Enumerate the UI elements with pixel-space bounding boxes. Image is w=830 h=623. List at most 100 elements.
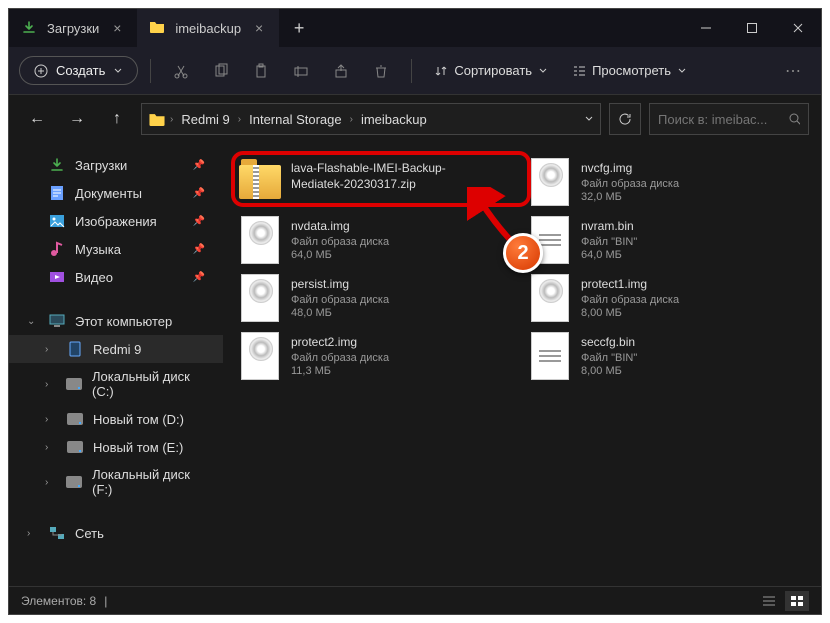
file-size: 64,0 МБ — [581, 249, 637, 261]
explorer-window: Загрузки × imeibackup × + Создать — [8, 8, 822, 615]
file-name: nvdata.img — [291, 219, 389, 235]
sidebar-label: Этот компьютер — [75, 314, 172, 329]
music-icon — [49, 241, 65, 257]
tab-label: imeibackup — [175, 21, 241, 36]
delete-icon[interactable] — [363, 53, 399, 89]
cut-icon[interactable] — [163, 53, 199, 89]
rename-icon[interactable] — [283, 53, 319, 89]
file-name: nvram.bin — [581, 219, 637, 235]
search-input[interactable] — [658, 112, 782, 127]
tab-downloads[interactable]: Загрузки × — [9, 9, 137, 47]
tiles-view-button[interactable] — [785, 591, 809, 611]
breadcrumb[interactable]: › Redmi 9 › Internal Storage › imeibacku… — [141, 103, 601, 135]
chevron-down-icon — [538, 66, 548, 76]
chevron-down-icon — [677, 66, 687, 76]
network-icon — [49, 525, 65, 541]
navbar: ← → ↑ › Redmi 9 › Internal Storage › ime… — [9, 95, 821, 143]
forward-button[interactable]: → — [61, 103, 93, 135]
up-button[interactable]: ↑ — [101, 103, 133, 135]
file-item[interactable]: nvram.binФайл "BIN"64,0 МБ — [523, 213, 793, 267]
tab-label: Загрузки — [47, 21, 99, 36]
sidebar: Загрузки📌Документы📌Изображения📌Музыка📌Ви… — [9, 143, 223, 586]
file-item[interactable]: nvcfg.imgФайл образа диска32,0 МБ — [523, 155, 793, 209]
new-tab-button[interactable]: + — [279, 9, 319, 47]
breadcrumb-item[interactable]: imeibackup — [357, 110, 431, 129]
sidebar-quick-item[interactable]: Видео📌 — [9, 263, 223, 291]
disc-image-icon — [241, 274, 279, 322]
view-button[interactable]: Просмотреть — [562, 57, 697, 84]
sidebar-device-item[interactable]: ›Локальный диск (F:) — [9, 461, 223, 503]
refresh-button[interactable] — [609, 103, 641, 135]
tab-imeibackup[interactable]: imeibackup × — [137, 9, 279, 47]
download-icon — [21, 20, 37, 36]
folder-icon — [148, 112, 166, 126]
file-type: Файл "BIN" — [581, 352, 637, 364]
plus-circle-icon — [34, 64, 48, 78]
details-view-button[interactable] — [757, 591, 781, 611]
breadcrumb-item[interactable]: Redmi 9 — [177, 110, 233, 129]
copy-icon[interactable] — [203, 53, 239, 89]
sidebar-quick-item[interactable]: Документы📌 — [9, 179, 223, 207]
sidebar-device-item[interactable]: › Redmi 9 — [9, 335, 223, 363]
share-icon[interactable] — [323, 53, 359, 89]
file-size: 64,0 МБ — [291, 249, 389, 261]
document-icon — [49, 185, 65, 201]
paste-icon[interactable] — [243, 53, 279, 89]
sidebar-this-pc[interactable]: ⌄ Этот компьютер — [9, 307, 223, 335]
sidebar-quick-item[interactable]: Музыка📌 — [9, 235, 223, 263]
content-area: lava-Flashable-IMEI-Backup-Mediatek-2023… — [223, 143, 821, 586]
file-name: protect1.img — [581, 277, 679, 293]
maximize-button[interactable] — [729, 9, 775, 47]
create-label: Создать — [56, 63, 105, 78]
file-type: Файл образа диска — [581, 294, 679, 306]
sidebar-label: Документы — [75, 186, 142, 201]
file-item[interactable]: persist.imgФайл образа диска48,0 МБ — [233, 271, 503, 325]
chevron-down-icon — [113, 66, 123, 76]
chevron-right-icon: › — [45, 379, 56, 390]
close-window-button[interactable] — [775, 9, 821, 47]
sort-label: Сортировать — [454, 63, 532, 78]
sort-button[interactable]: Сортировать — [424, 57, 558, 84]
disc-image-icon — [241, 216, 279, 264]
search-box[interactable] — [649, 103, 809, 135]
file-item[interactable]: nvdata.imgФайл образа диска64,0 МБ — [233, 213, 503, 267]
sidebar-quick-item[interactable]: Загрузки📌 — [9, 151, 223, 179]
pc-icon — [49, 313, 65, 329]
close-icon[interactable]: × — [251, 20, 267, 36]
search-icon — [788, 112, 800, 126]
statusbar: Элементов: 8 | — [9, 586, 821, 614]
minimize-button[interactable] — [683, 9, 729, 47]
sidebar-label: Видео — [75, 270, 113, 285]
close-icon[interactable]: × — [109, 20, 125, 36]
sidebar-quick-item[interactable]: Изображения📌 — [9, 207, 223, 235]
chevron-right-icon: › — [45, 442, 57, 453]
sidebar-device-item[interactable]: ›Локальный диск (C:) — [9, 363, 223, 405]
drive-icon — [66, 376, 82, 392]
file-name: seccfg.bin — [581, 335, 637, 351]
zip-icon — [239, 165, 281, 199]
chevron-right-icon: › — [45, 344, 57, 355]
file-size: 48,0 МБ — [291, 307, 389, 319]
sidebar-label: Redmi 9 — [93, 342, 141, 357]
more-icon[interactable]: ⋯ — [775, 53, 811, 89]
disc-image-icon — [531, 274, 569, 322]
breadcrumb-item[interactable]: Internal Storage — [245, 110, 346, 129]
sidebar-device-item[interactable]: ›Новый том (D:) — [9, 405, 223, 433]
sidebar-label: Локальный диск (F:) — [92, 467, 205, 497]
file-item[interactable]: lava-Flashable-IMEI-Backup-Mediatek-2023… — [233, 155, 503, 209]
file-size: 11,3 МБ — [291, 365, 389, 377]
file-size: 8,00 МБ — [581, 365, 637, 377]
create-button[interactable]: Создать — [19, 56, 138, 85]
file-item[interactable]: protect2.imgФайл образа диска11,3 МБ — [233, 329, 503, 383]
sidebar-network[interactable]: › Сеть — [9, 519, 223, 547]
file-item[interactable]: protect1.imgФайл образа диска8,00 МБ — [523, 271, 793, 325]
sidebar-device-item[interactable]: ›Новый том (E:) — [9, 433, 223, 461]
file-name: lava-Flashable-IMEI-Backup-Mediatek-2023… — [291, 161, 497, 192]
chevron-down-icon[interactable] — [584, 114, 594, 124]
back-button[interactable]: ← — [21, 103, 53, 135]
file-item[interactable]: seccfg.binФайл "BIN"8,00 МБ — [523, 329, 793, 383]
phone-icon — [67, 341, 83, 357]
sidebar-label: Новый том (D:) — [93, 412, 184, 427]
sidebar-label: Сеть — [75, 526, 104, 541]
disc-image-icon — [531, 158, 569, 206]
